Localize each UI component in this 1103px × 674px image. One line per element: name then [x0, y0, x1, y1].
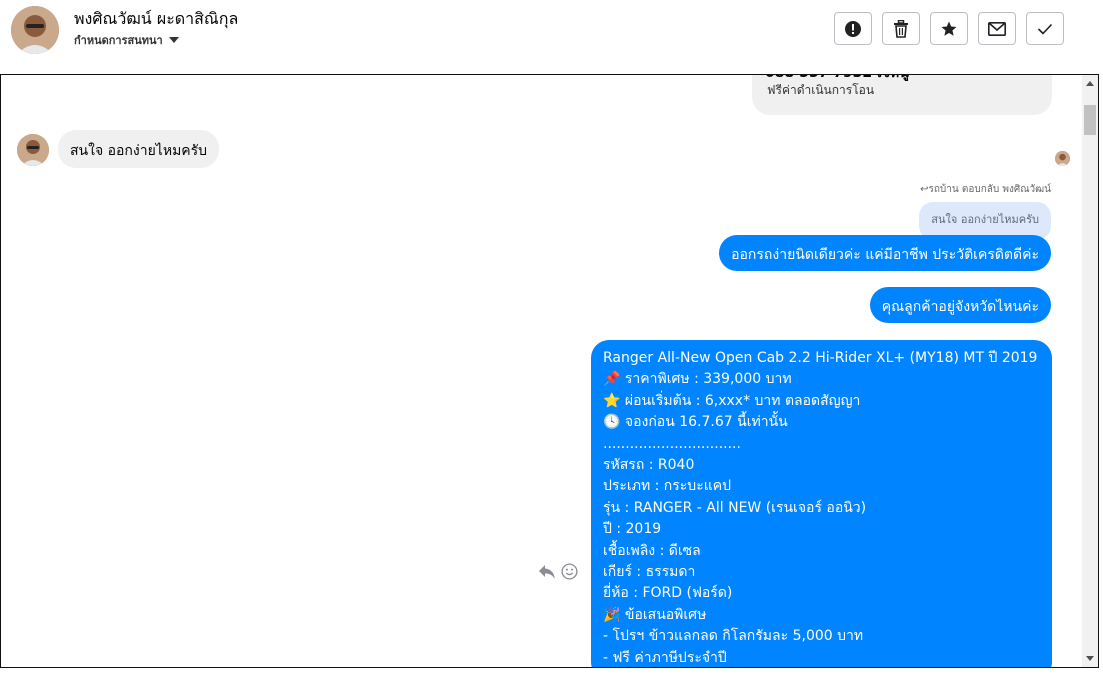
listing-message-line: 🕓 จองก่อน 16.7.67 นี้เท่านั้น — [603, 414, 788, 431]
react-smiley-icon[interactable] — [561, 563, 578, 580]
mark-done-button[interactable] — [1026, 12, 1064, 45]
message-hover-actions — [538, 563, 578, 580]
caret-down-icon — [168, 37, 179, 43]
contact-name[interactable]: พงศิณวัฒน์ ผะดาสิณิกุล — [74, 7, 238, 32]
status-label: กำหนดการสนทนา — [74, 34, 163, 47]
listing-message-line: - โปรฯ ข้าวแลกลด กิโลกรัมละ 5,000 บาท — [603, 628, 864, 645]
envelope-icon — [988, 21, 1006, 36]
star-icon — [941, 21, 957, 36]
listing-message-line: เชื้อเพลิง : ดีเซล — [603, 542, 701, 559]
delete-button[interactable] — [882, 12, 920, 45]
scroll-up-arrow-icon[interactable] — [1086, 81, 1094, 86]
outgoing-message-bubble[interactable]: คุณลูกค้าอยู่จังหวัดไหนค่ะ — [869, 287, 1051, 323]
mark-unread-button[interactable] — [978, 12, 1016, 45]
contact-avatar[interactable] — [11, 6, 59, 54]
message-thread[interactable]: 088 557 7932 เจ้หนู ฟรีค่าดำเนินการโอน ส… — [0, 74, 1099, 668]
exclamation-icon — [845, 20, 861, 37]
listing-message-line: รุ่น : RANGER - All NEW (เรนเจอร์ ออนิว) — [603, 499, 867, 516]
header-actions — [834, 12, 1064, 45]
mark-spam-button[interactable] — [834, 12, 872, 45]
reply-meta-text: รถบ้าน ตอบกลับ พงศิณวัฒน์ — [928, 184, 1051, 195]
previous-message-bubble[interactable]: 088 557 7932 เจ้หนู ฟรีค่าดำเนินการโอน — [752, 75, 1052, 115]
thread-scrollbar[interactable] — [1082, 75, 1098, 667]
outgoing-listing-message-bubble[interactable]: Ranger All-New Open Cab 2.2 Hi-Rider XL+… — [591, 340, 1052, 667]
conversation-header: พงศิณวัฒน์ ผะดาสิณิกุล กำหนดการสนทนา — [0, 0, 1103, 74]
scroll-down-arrow-icon[interactable] — [1086, 656, 1094, 661]
check-icon — [1037, 23, 1053, 35]
listing-message-line: เกียร์ : ธรรมดา — [603, 564, 696, 581]
listing-message-line: - ฟรี ค่าภาษีประจำปี — [603, 649, 727, 666]
listing-message-line: 📌 ราคาพิเศษ : 339,000 บาท — [603, 371, 792, 388]
listing-message-line: ยี่ห้อ : FORD (ฟอร์ด) — [603, 585, 733, 602]
listing-message-line: Ranger All-New Open Cab 2.2 Hi-Rider XL+… — [603, 350, 1038, 366]
star-button[interactable] — [930, 12, 968, 45]
reply-meta: ↩รถบ้าน ตอบกลับ พงศิณวัฒน์ — [920, 182, 1051, 197]
listing-message-line: ประเภท : กระบะแคป — [603, 478, 731, 495]
listing-message-line: ⭐ ผ่อนเริ่มต้น : 6,xxx* บาท ตลอดสัญญา — [603, 392, 861, 409]
incoming-message-bubble[interactable]: สนใจ ออกง่ายไหมครับ — [58, 130, 220, 168]
listing-message-line: ปี : 2019 — [603, 521, 662, 538]
conversation-status-dropdown[interactable]: กำหนดการสนทนา — [74, 31, 179, 49]
contact-avatar-small[interactable] — [17, 134, 49, 166]
seen-receipt-avatar — [1055, 151, 1070, 166]
listing-message-line: รหัสรถ : R040 — [603, 457, 695, 474]
reply-icon[interactable] — [538, 564, 556, 580]
outgoing-message-bubble[interactable]: ออกรถง่ายนิดเดียวค่ะ แค่มีอาชีพ ประวัติเ… — [719, 235, 1051, 271]
listing-message-line: ............................... — [603, 435, 741, 452]
trash-icon — [894, 19, 908, 38]
previous-message-line: ฟรีค่าดำเนินการโอน — [767, 83, 875, 97]
scrollbar-thumb[interactable] — [1084, 105, 1096, 135]
listing-message-line: 🎉 ข้อเสนอพิเศษ — [603, 606, 707, 623]
